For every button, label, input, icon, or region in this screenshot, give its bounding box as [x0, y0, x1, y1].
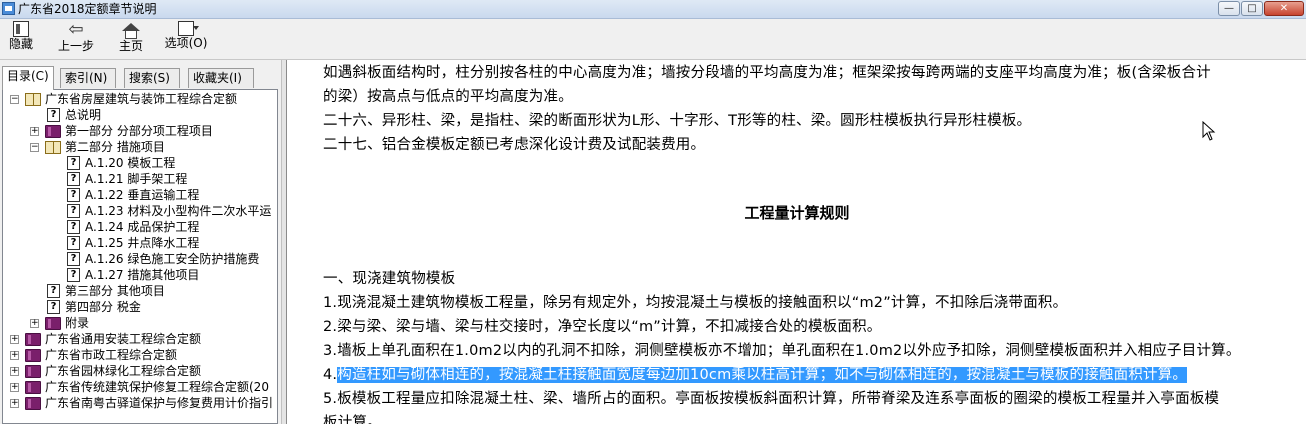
expand-icon[interactable]: + — [30, 127, 39, 136]
closed-book-icon — [25, 365, 41, 378]
content-line: 二十七、铝合金模板定额已考虑深化设计费及试配装费用。 — [323, 137, 706, 153]
hide-button[interactable]: 隐藏 — [6, 21, 36, 57]
help-page-icon: ? — [47, 108, 60, 122]
rule-5-continued: 板计算。 — [323, 415, 382, 424]
section-heading: 工程量计算规则 — [744, 204, 850, 222]
mouse-cursor-icon — [1202, 121, 1216, 141]
content-line: 的梁）按高点与低点的平均高度为准。 — [323, 89, 573, 105]
back-label: 上一步 — [57, 39, 94, 53]
closed-book-icon — [25, 333, 41, 346]
closed-book-icon — [45, 317, 61, 330]
rule-4-number: 4. — [323, 367, 338, 383]
window-controls: — □ ✕ — [1218, 1, 1304, 16]
window-title: 广东省2018定额章节说明 — [18, 2, 157, 16]
help-page-icon: ? — [67, 220, 80, 234]
back-arrow-icon: ⇦ — [68, 19, 84, 40]
closed-book-icon — [25, 381, 41, 394]
rule-4[interactable]: 4.构造柱如与砌体相连的，按混凝土柱接触面宽度每边加10cm乘以柱高计算；如不与… — [323, 366, 1188, 384]
options-button[interactable]: 选项(O) — [163, 21, 209, 57]
help-page-icon: ? — [67, 156, 80, 170]
home-button[interactable]: 主页 — [117, 21, 145, 57]
help-page-icon: ? — [67, 252, 80, 266]
toolbar: 隐藏 ⇦ 上一步 主页 选项(O) — [0, 19, 1306, 60]
closed-book-icon — [45, 125, 61, 138]
title-bar: 广东省2018定额章节说明 — □ ✕ — [0, 0, 1306, 19]
closed-book-icon — [25, 349, 41, 362]
help-page-icon: ? — [67, 172, 80, 186]
expand-icon[interactable]: + — [10, 367, 19, 376]
help-page-icon: ? — [67, 268, 80, 282]
minimize-button[interactable]: — — [1218, 1, 1240, 16]
collapse-icon[interactable]: − — [10, 95, 19, 104]
open-book-icon — [25, 93, 41, 106]
help-page-icon: ? — [67, 204, 80, 218]
hide-label: 隐藏 — [8, 37, 33, 51]
help-page-icon: ? — [47, 284, 60, 298]
navigation-pane: 目录(C) 索引(N) 搜索(S) 收藏夹(I) − 广东省房屋建筑与装饰工程综… — [0, 60, 281, 424]
expand-icon[interactable]: + — [10, 399, 19, 408]
help-page-icon: ? — [67, 188, 80, 202]
options-icon — [178, 21, 199, 36]
expand-icon[interactable]: + — [10, 383, 19, 392]
rule-5: 5.板模板工程量应扣除混凝土柱、梁、墙所占的面积。亭面板按模板斜面积计算，所带脊… — [323, 391, 1220, 407]
home-icon — [122, 23, 140, 31]
rule-1: 1.现浇混凝土建筑物模板工程量，除另有规定外，均按混凝土与模板的接触面积以“m2… — [323, 295, 1068, 311]
open-book-icon — [45, 141, 61, 154]
content-pane[interactable]: 如遇斜板面结构时，柱分别按各柱的中心高度为准；墙按分段墙的平均高度为准；框架梁按… — [286, 60, 1306, 424]
tab-favorites[interactable]: 收藏夹(I) — [188, 68, 254, 88]
rule-2: 2.梁与梁、梁与墙、梁与柱交接时，净空长度以“m”计算，不扣减接合处的模板面积。 — [323, 319, 882, 335]
app-icon — [2, 2, 15, 15]
content-line: 二十六、异形柱、梁，是指柱、梁的断面形状为L形、十字形、T形等的柱、梁。圆形柱模… — [323, 113, 1032, 129]
content-line: 如遇斜板面结构时，柱分别按各柱的中心高度为准；墙按分段墙的平均高度为准；框架梁按… — [323, 65, 1211, 81]
expand-icon[interactable]: + — [10, 351, 19, 360]
expand-icon[interactable]: + — [30, 319, 39, 328]
close-button[interactable]: ✕ — [1264, 1, 1304, 16]
closed-book-icon — [25, 397, 41, 410]
contents-tree[interactable]: − 广东省房屋建筑与装饰工程综合定额 ? 总说明 + 第一部分 分部分项工程项目… — [2, 89, 278, 424]
collapse-icon[interactable]: − — [30, 143, 39, 152]
home-label: 主页 — [118, 39, 143, 53]
maximize-button[interactable]: □ — [1241, 1, 1263, 16]
help-page-icon: ? — [67, 236, 80, 250]
rule-3: 3.墙板上单孔面积在1.0m2以内的孔洞不扣除，洞侧壁模板亦不增加；单孔面积在1… — [323, 343, 1241, 359]
tab-contents[interactable]: 目录(C) — [2, 66, 54, 90]
tab-index[interactable]: 索引(N) — [60, 68, 116, 88]
back-button[interactable]: ⇦ 上一步 — [56, 21, 96, 57]
help-page-icon: ? — [47, 300, 60, 314]
expand-icon[interactable]: + — [10, 335, 19, 344]
hide-icon — [13, 21, 29, 37]
options-label: 选项(O) — [164, 36, 208, 50]
tab-search[interactable]: 搜索(S) — [124, 68, 180, 88]
selected-text[interactable]: 构造柱如与砌体相连的，按混凝土柱接触面宽度每边加10cm乘以柱高计算；如不与砌体… — [337, 367, 1188, 383]
section-title: 一、现浇建筑物模板 — [323, 271, 456, 287]
